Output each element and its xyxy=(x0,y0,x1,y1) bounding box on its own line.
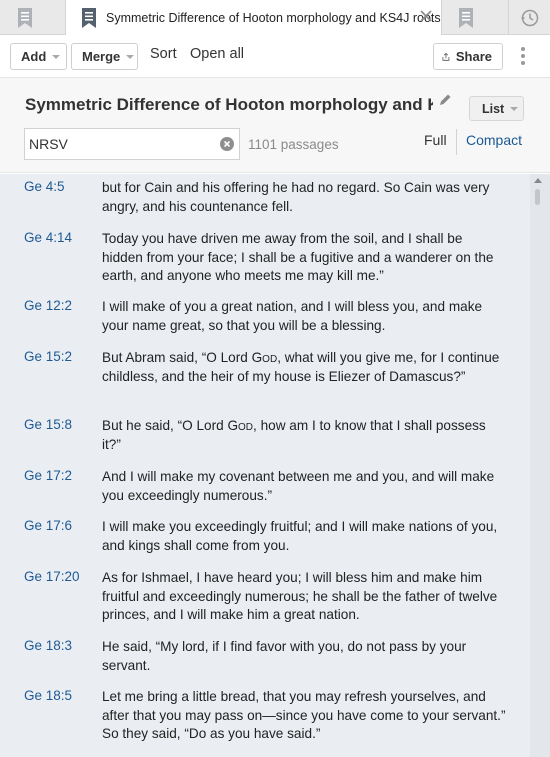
view-mode-dropdown[interactable]: List xyxy=(469,96,524,121)
share-icon xyxy=(442,52,450,61)
chevron-down-icon xyxy=(126,54,135,59)
passage-count: 1101 passages xyxy=(248,137,339,152)
tab-left[interactable] xyxy=(0,0,50,35)
scrollbar[interactable] xyxy=(530,174,550,757)
passage-text: I will make you exceedingly fruitful; an… xyxy=(102,519,498,553)
close-icon[interactable] xyxy=(419,9,433,23)
history-icon xyxy=(521,9,538,26)
full-view-toggle[interactable]: Full xyxy=(424,132,447,148)
bookmark-list-icon xyxy=(82,8,96,28)
tab-passage-list[interactable]: Symmetric Difference of Hooton morpholog… xyxy=(65,0,442,36)
sort-button[interactable]: Sort xyxy=(150,46,177,62)
view-mode-label: List xyxy=(482,101,505,116)
passage-reference[interactable]: Ge 18:5 xyxy=(24,688,72,703)
passage-text-part: But Abram said, “O Lord xyxy=(102,350,252,365)
merge-button-label: Merge xyxy=(82,49,121,64)
bookmark-list-icon xyxy=(18,7,32,28)
passage-reference[interactable]: Ge 15:2 xyxy=(24,349,72,364)
view-toggle-divider xyxy=(456,129,457,155)
tab-strip: Symmetric Difference of Hooton morpholog… xyxy=(0,0,550,36)
add-button[interactable]: Add xyxy=(10,43,67,70)
passage-list: Ge 4:5 but for Cain and his offering he … xyxy=(0,174,550,757)
passage-reference[interactable]: Ge 15:8 xyxy=(24,417,72,432)
passage-text: I will make of you a great nation, and I… xyxy=(102,299,483,333)
divine-name: God xyxy=(227,418,254,433)
passage-text-part: But he said, “O Lord xyxy=(102,418,228,433)
share-button-label: Share xyxy=(455,49,492,64)
share-button[interactable]: Share xyxy=(433,43,503,70)
scrollbar-thumb[interactable] xyxy=(535,189,540,205)
add-button-label: Add xyxy=(21,49,47,64)
chevron-down-icon xyxy=(510,106,519,111)
passage-reference[interactable]: Ge 4:5 xyxy=(24,179,65,194)
page-title[interactable]: Symmetric Difference of Hooton morpholog… xyxy=(25,95,433,115)
divine-name: God xyxy=(251,350,278,365)
compact-view-toggle[interactable]: Compact xyxy=(466,132,522,148)
toolbar: Add Merge Sort Open all Share xyxy=(0,35,550,77)
passage-text: As for Ishmael, I have heard you; I will… xyxy=(102,570,498,622)
passage-text: But he said, “O Lord God, how am I to kn… xyxy=(102,417,507,454)
history-tab[interactable] xyxy=(508,0,550,35)
list-header: Symmetric Difference of Hooton morpholog… xyxy=(0,77,550,173)
passage-reference[interactable]: Ge 17:6 xyxy=(24,518,72,533)
bookmark-list-icon xyxy=(459,7,473,28)
passage-reference[interactable]: Ge 18:3 xyxy=(24,638,72,653)
more-options-icon[interactable] xyxy=(518,45,528,67)
passage-text: but for Cain and his offering he had no … xyxy=(102,180,490,214)
passage-text: And I will make my covenant between me a… xyxy=(102,469,495,503)
passage-reference[interactable]: Ge 17:20 xyxy=(24,569,80,584)
passage-text: Let me bring a little bread, that you ma… xyxy=(102,689,506,741)
merge-button[interactable]: Merge xyxy=(71,43,138,70)
passage-text: But Abram said, “O Lord God, what will y… xyxy=(102,349,507,386)
passage-reference[interactable]: Ge 12:2 xyxy=(24,298,72,313)
edit-pencil-icon[interactable] xyxy=(437,92,453,108)
bible-version-input[interactable] xyxy=(24,128,240,160)
passage-text: Today you have driven me away from the s… xyxy=(102,231,494,283)
chevron-down-icon xyxy=(52,54,61,59)
scroll-up-arrow-icon[interactable] xyxy=(534,178,542,183)
tab-right[interactable] xyxy=(441,0,491,35)
passage-reference[interactable]: Ge 17:2 xyxy=(24,468,72,483)
passage-text: He said, “My lord, if I find favor with … xyxy=(102,639,467,673)
clear-icon[interactable] xyxy=(220,137,234,151)
tab-title: Symmetric Difference of Hooton morpholog… xyxy=(106,11,441,25)
passage-reference[interactable]: Ge 4:14 xyxy=(24,230,72,245)
open-all-button[interactable]: Open all xyxy=(190,46,244,62)
